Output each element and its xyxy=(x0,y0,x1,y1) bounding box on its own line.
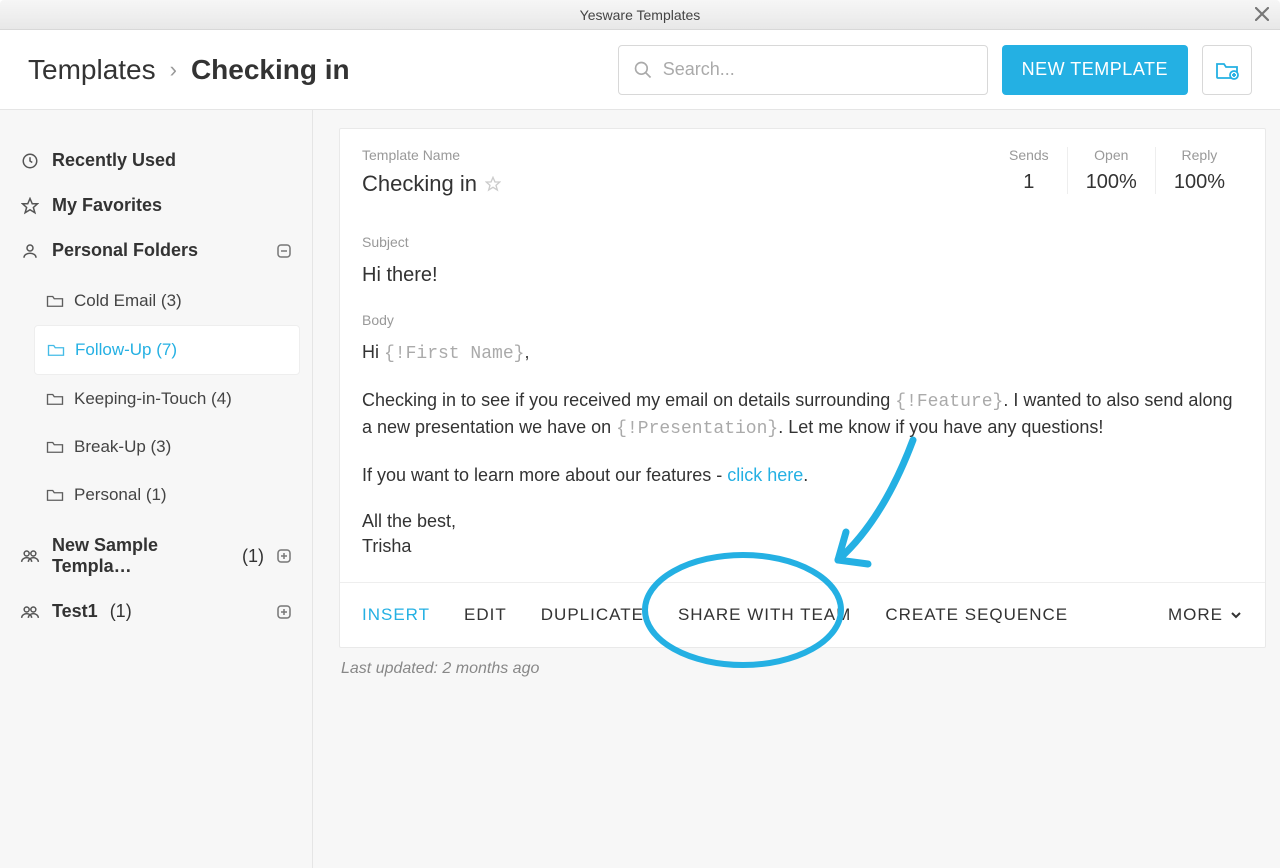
stat-reply-value: 100% xyxy=(1174,171,1225,194)
favorite-star-icon[interactable] xyxy=(485,176,501,192)
body-label: Body xyxy=(362,311,1243,331)
content: Template Name Checking in Sends 1 Open xyxy=(313,110,1280,868)
folder-icon xyxy=(46,439,64,455)
sidebar-team-test1[interactable]: Test1 (1) xyxy=(12,589,300,634)
stat-sends-value: 1 xyxy=(1009,171,1049,194)
window-titlebar: Yesware Templates xyxy=(0,0,1280,30)
folder-icon xyxy=(46,391,64,407)
click-here-link[interactable]: click here xyxy=(727,465,803,485)
star-icon xyxy=(20,197,40,215)
folder-personal[interactable]: Personal (1) xyxy=(34,471,300,519)
close-button[interactable] xyxy=(1250,2,1274,26)
folder-cold-email[interactable]: Cold Email (3) xyxy=(34,277,300,325)
template-name-label: Template Name xyxy=(362,147,991,163)
subject-text: Hi there! xyxy=(362,261,1243,289)
duplicate-button[interactable]: DUPLICATE xyxy=(541,605,644,625)
more-button[interactable]: MORE xyxy=(1168,605,1243,625)
chevron-right-icon: › xyxy=(170,57,177,83)
create-sequence-button[interactable]: CREATE SEQUENCE xyxy=(885,605,1068,625)
stat-open-label: Open xyxy=(1086,147,1137,163)
template-card: Template Name Checking in Sends 1 Open xyxy=(339,128,1266,648)
sidebar-team-new-sample[interactable]: New Sample Templa… (1) xyxy=(12,523,300,589)
sidebar: Recently Used My Favorites Personal Fold… xyxy=(0,110,313,868)
token-feature: {!Feature} xyxy=(895,392,1003,412)
token-presentation: {!Presentation} xyxy=(616,419,778,439)
breadcrumb: Templates › Checking in xyxy=(28,54,350,86)
breadcrumb-current: Checking in xyxy=(191,54,350,86)
stat-reply-label: Reply xyxy=(1174,147,1225,163)
folder-icon xyxy=(47,342,65,358)
search-box[interactable] xyxy=(618,45,988,95)
team-icon xyxy=(20,548,40,564)
folder-break-up[interactable]: Break-Up (3) xyxy=(34,423,300,471)
stat-sends-label: Sends xyxy=(1009,147,1049,163)
template-name: Checking in xyxy=(362,171,477,197)
new-template-button[interactable]: NEW TEMPLATE xyxy=(1002,45,1188,95)
template-stats: Sends 1 Open 100% Reply 100% xyxy=(991,147,1243,194)
action-bar: INSERT EDIT DUPLICATE SHARE WITH TEAM CR… xyxy=(340,582,1265,647)
sidebar-my-favorites[interactable]: My Favorites xyxy=(12,183,300,228)
folder-list: Cold Email (3) Follow-Up (7) Keeping-in-… xyxy=(12,277,300,519)
header: Templates › Checking in NEW TEMPLATE xyxy=(0,30,1280,110)
token-first-name: {!First Name} xyxy=(384,344,524,364)
subject-label: Subject xyxy=(362,233,1243,253)
new-folder-button[interactable] xyxy=(1202,45,1252,95)
search-icon xyxy=(633,59,653,81)
folder-add-icon xyxy=(1215,59,1239,81)
folder-keeping-in-touch[interactable]: Keeping-in-Touch (4) xyxy=(34,375,300,423)
last-updated: Last updated: 2 months ago xyxy=(339,660,1266,678)
edit-button[interactable]: EDIT xyxy=(464,605,507,625)
folder-icon xyxy=(46,293,64,309)
sidebar-recently-used[interactable]: Recently Used xyxy=(12,138,300,183)
folder-icon xyxy=(46,487,64,503)
stat-open-value: 100% xyxy=(1086,171,1137,194)
expand-icon[interactable] xyxy=(276,604,292,620)
clock-icon xyxy=(20,152,40,170)
breadcrumb-root[interactable]: Templates xyxy=(28,54,156,86)
team-icon xyxy=(20,604,40,620)
close-icon xyxy=(1255,7,1269,21)
sidebar-personal-folders[interactable]: Personal Folders xyxy=(12,228,300,273)
insert-button[interactable]: INSERT xyxy=(362,605,430,625)
expand-icon[interactable] xyxy=(276,548,292,564)
window-title: Yesware Templates xyxy=(580,7,701,23)
folder-follow-up[interactable]: Follow-Up (7) xyxy=(34,325,300,375)
person-icon xyxy=(20,242,40,260)
chevron-down-icon xyxy=(1229,608,1243,622)
search-input[interactable] xyxy=(663,59,973,80)
share-with-team-button[interactable]: SHARE WITH TEAM xyxy=(678,605,851,625)
body-content: Hi {!First Name}, Checking in to see if … xyxy=(362,340,1243,558)
collapse-icon[interactable] xyxy=(276,243,292,259)
